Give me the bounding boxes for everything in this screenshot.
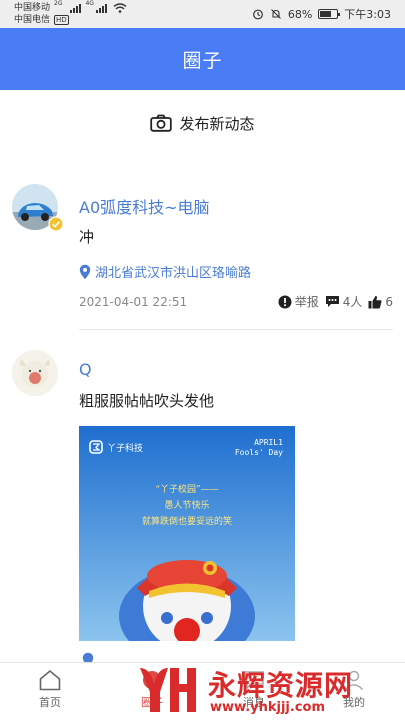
clock: 下午3:03	[344, 8, 391, 21]
like-count: 6	[385, 294, 393, 309]
publish-label: 发布新动态	[179, 114, 255, 133]
wifi-icon	[113, 3, 127, 13]
comment-count: 4人	[342, 295, 363, 309]
alarm-icon	[252, 9, 263, 20]
poster-date: APRIL1 Fools' Day	[235, 438, 283, 458]
nav-message[interactable]: 消息	[224, 669, 284, 710]
carrier-info: 中国移动 2G 4G 中国电信 HD	[14, 0, 127, 26]
post-location[interactable]: 湖北省武汉市洪山区珞喻路	[79, 262, 251, 281]
circle-icon	[143, 671, 161, 689]
poster-logo-text: 丫子科技	[107, 443, 144, 454]
like-button[interactable]: 6	[368, 295, 393, 309]
post-username[interactable]: A0弧度科技~电脑	[79, 194, 210, 218]
poster-line2: 愚人节快乐	[164, 501, 210, 511]
poster-text: “丫子校园”—— 愚人节快乐 就算跌倒也要妥远的笑	[79, 482, 295, 530]
camera-icon	[150, 114, 173, 132]
home-icon	[39, 669, 61, 691]
post-actions: 举报 4人 6	[278, 293, 393, 310]
poster-date-line2: Fools' Day	[234, 448, 283, 457]
poster-illustration	[79, 426, 295, 641]
comment-icon	[325, 296, 339, 307]
signal-icon	[70, 3, 82, 13]
battery-icon	[318, 9, 341, 19]
poster-line3: 就算跌倒也要妥远的笑	[141, 517, 232, 527]
status-bar: 中国移动 2G 4G 中国电信 HD 68% 下午3:03	[0, 0, 405, 28]
mute-icon	[270, 9, 281, 19]
bottom-nav: 首页 圈子 消息 我的	[0, 662, 405, 720]
post-content: 冲	[79, 228, 95, 246]
report-button[interactable]: 举报	[278, 293, 319, 310]
network-type-2: 4G	[85, 0, 94, 7]
post-divider	[79, 329, 393, 330]
signal-icon-2	[95, 3, 107, 13]
post-meta: 2021-04-01 22:51 举报 4人 6	[79, 293, 393, 310]
avatar[interactable]	[12, 350, 58, 396]
carrier-1: 中国移动	[14, 3, 51, 13]
poster-line1: “丫子校园”——	[155, 485, 219, 495]
battery-fill	[320, 11, 332, 17]
poster-logo: 丫子科技	[89, 440, 143, 454]
post-content: 粗服服帖帖吹头发他	[79, 392, 215, 410]
nav-circle-label: 圈子	[141, 696, 163, 709]
nav-profile[interactable]: 我的	[324, 669, 384, 710]
nav-home-label: 首页	[39, 696, 61, 709]
network-type-1: 2G	[54, 0, 63, 7]
report-label: 举报	[294, 295, 319, 309]
post-1: A0弧度科技~电脑 冲 湖北省武汉市洪山区珞喻路 2021-04-01 22:5…	[0, 170, 405, 340]
status-right: 68% 下午3:03	[252, 6, 391, 22]
profile-icon	[344, 670, 364, 691]
nav-circle[interactable]: 圈子	[122, 669, 182, 710]
carrier-2: 中国电信	[14, 15, 51, 25]
hd-badge: HD	[54, 15, 69, 25]
nav-profile-label: 我的	[343, 696, 365, 709]
poster-date-line1: APRIL1	[254, 438, 283, 447]
brand-logo-icon	[89, 440, 103, 454]
post-image[interactable]: 丫子科技 APRIL1 Fools' Day “丫子校园”—— 愚人节快乐 就算…	[79, 426, 295, 641]
publish-button[interactable]: 发布新动态	[0, 100, 405, 146]
message-icon	[244, 671, 264, 690]
post-username[interactable]: Q	[79, 360, 92, 379]
thumbs-up-icon	[368, 295, 382, 308]
comment-button[interactable]: 4人	[325, 293, 363, 310]
battery-percent: 68%	[287, 7, 313, 21]
post-timestamp: 2021-04-01 22:51	[79, 294, 188, 309]
nav-home[interactable]: 首页	[20, 669, 80, 710]
page-title: 圈子	[182, 49, 223, 72]
verified-badge-icon	[48, 216, 64, 232]
alert-icon	[278, 295, 292, 308]
app-header: 圈子	[0, 28, 405, 90]
post-2: Q 粗服服帖帖吹头发他 丫子科技 APRIL1 Fools' Day “丫子校园…	[0, 340, 405, 668]
location-text: 湖北省武汉市洪山区珞喻路	[95, 266, 252, 281]
nav-message-label: 消息	[243, 696, 265, 709]
location-pin-icon	[79, 264, 91, 279]
